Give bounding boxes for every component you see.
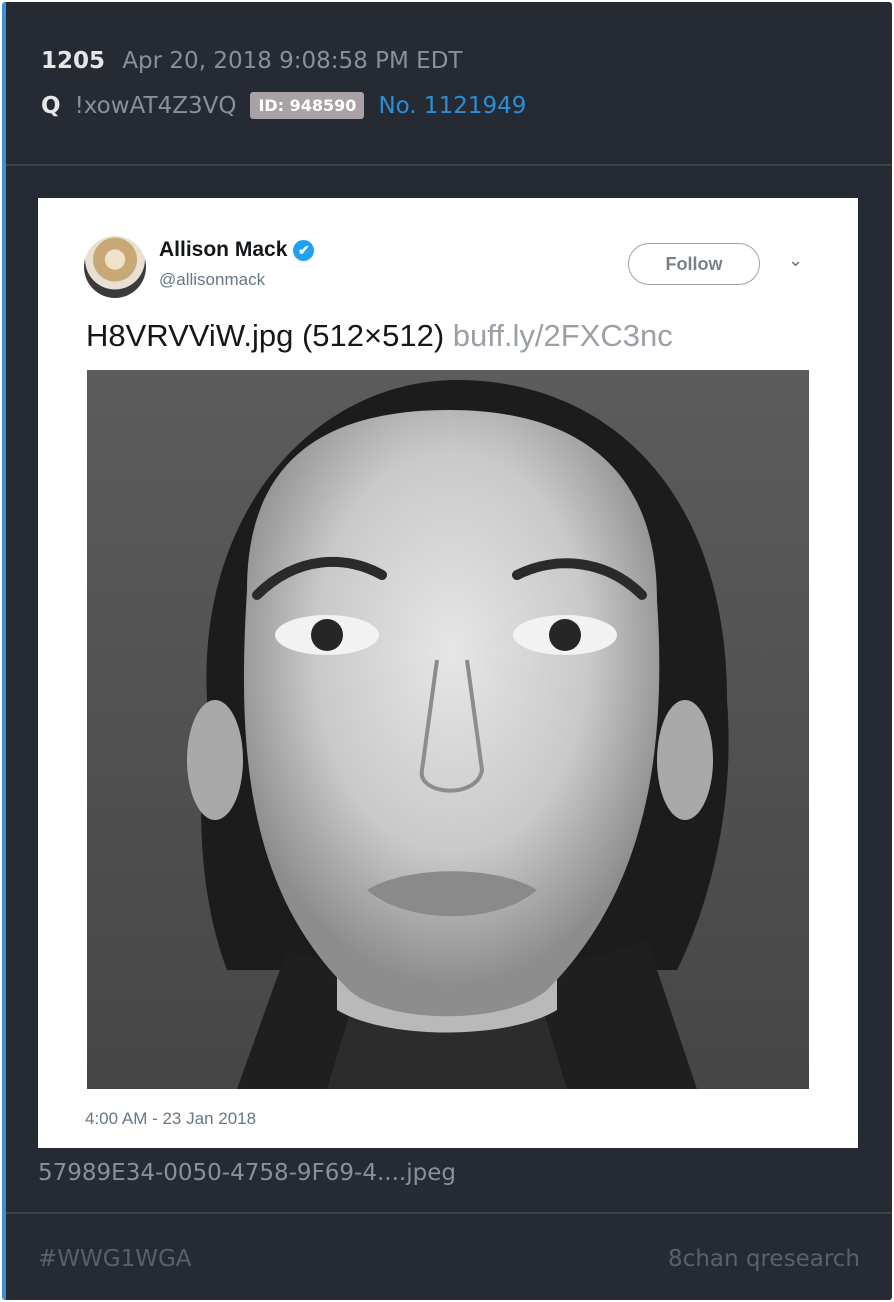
portrait-image	[87, 370, 809, 1089]
chevron-down-icon: ⌄	[788, 250, 804, 271]
tripcode: !xowAT4Z3VQ	[74, 92, 237, 119]
tweet-timestamp: 4:00 AM - 23 Jan 2018	[85, 1109, 257, 1128]
verified-badge-icon: ✔	[293, 240, 315, 261]
post-meta-row: 1205 Apr 20, 2018 9:08:58 PM EDT	[41, 48, 462, 74]
post-datetime: Apr 20, 2018 9:08:58 PM EDT	[122, 48, 463, 74]
tweet-handle: @allisonmack	[159, 270, 266, 289]
tweet-photo	[87, 370, 809, 1089]
post-number-link[interactable]: No. 1121949	[378, 93, 526, 119]
author-name: Q	[41, 92, 61, 119]
tweet-link: buff.ly/2FXC3nc	[452, 318, 673, 353]
follow-button: Follow	[628, 243, 760, 285]
tweet-author-name-text: Allison Mack	[159, 238, 288, 261]
hashtag: #WWG1WGA	[38, 1246, 192, 1272]
tweet-text: H8VRVViW.jpg (512×512) buff.ly/2FXC3nc	[86, 318, 673, 354]
source-label: 8chan qresearch	[668, 1246, 860, 1272]
tweet-screenshot[interactable]: Allison Mack ✔ @allisonmack Follow ⌄ H8VR…	[38, 198, 858, 1148]
post-author-row: Q !xowAT4Z3VQ ID: 948590 No. 1121949	[41, 92, 526, 119]
post-card: 1205 Apr 20, 2018 9:08:58 PM EDT Q !xowA…	[2, 2, 892, 1300]
tweet-text-body: H8VRVViW.jpg (512×512)	[86, 318, 445, 353]
id-badge[interactable]: ID: 948590	[250, 92, 365, 119]
attachment-filename-link[interactable]: 57989E34-0050-4758-9F69-4....jpeg	[38, 1160, 456, 1186]
tweet-author-name: Allison Mack ✔	[159, 238, 315, 262]
post-footer: #WWG1WGA 8chan qresearch	[6, 1212, 892, 1300]
post-number: 1205	[41, 48, 106, 74]
avatar	[84, 236, 146, 298]
post-header: 1205 Apr 20, 2018 9:08:58 PM EDT Q !xowA…	[6, 2, 892, 166]
